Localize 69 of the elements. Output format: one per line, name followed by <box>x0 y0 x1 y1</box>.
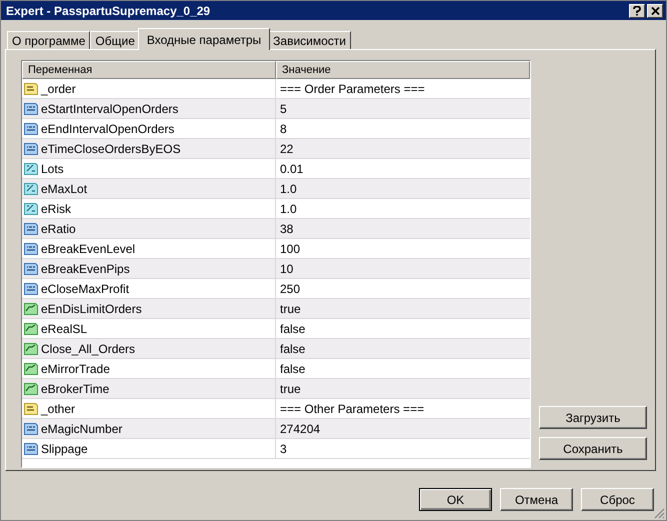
table-cell: eMagicNumber <box>41 422 122 436</box>
table-cell-text: 8 <box>279 121 288 138</box>
column-header[interactable]: Переменная <box>22 61 276 79</box>
document-icon <box>23 202 39 216</box>
window-title: Expert - PasspartuSupremacy_0_29 <box>6 4 212 18</box>
table-cell-text: 3 <box>279 441 288 458</box>
table-cell: eBreakEvenPips <box>41 262 130 276</box>
table-cell-text: 100 <box>279 241 302 258</box>
close-icon <box>650 6 660 14</box>
document-icon <box>23 162 39 176</box>
table-cell-text: 1.0 <box>279 181 298 198</box>
table-cell: eRealSL <box>41 322 88 336</box>
document-icon <box>23 82 39 96</box>
table-cell: Close_All_Orders <box>41 342 136 356</box>
help-icon <box>633 6 641 16</box>
document-icon <box>23 102 39 116</box>
table-cell-text: 274204 <box>279 421 322 438</box>
document-icon <box>23 142 39 156</box>
document-icon <box>23 242 39 256</box>
table-cell-text: 1.0 <box>279 201 298 218</box>
button[interactable]: OK <box>419 488 492 511</box>
table-cell: _other <box>41 402 76 416</box>
table-cell-text: 10 <box>279 261 294 278</box>
table-cell-text: false <box>279 341 306 358</box>
column-header[interactable]: Значение <box>276 61 530 79</box>
table-cell-text: === Order Parameters === <box>279 81 426 98</box>
resize-grip-icon[interactable] <box>653 507 665 519</box>
table-cell: eRatio <box>41 222 76 236</box>
button[interactable]: Загрузить <box>539 406 647 429</box>
table-cell-text: 0.01 <box>279 161 304 178</box>
table-cell: Lots <box>41 162 64 176</box>
tab[interactable]: Зависимости <box>268 31 351 49</box>
document-icon <box>23 222 39 236</box>
table-cell-text: true <box>279 381 302 398</box>
document-icon <box>23 282 39 296</box>
table-cell-text: false <box>279 321 306 338</box>
table-cell: eMaxLot <box>41 182 88 196</box>
table-cell: eRisk <box>41 202 72 216</box>
tab[interactable]: Входные параметры <box>138 28 270 50</box>
table-cell: eEnDisLimitOrders <box>41 302 142 316</box>
table-cell-text: 22 <box>279 141 294 158</box>
table-cell: eTimeCloseOrdersByEOS <box>41 142 181 156</box>
button[interactable]: Сохранить <box>539 437 647 460</box>
table-cell: eMirrorTrade <box>41 362 110 376</box>
button[interactable]: Сброс <box>581 488 654 511</box>
tab[interactable]: Общие <box>90 31 140 49</box>
table-cell: Slippage <box>41 442 88 456</box>
table-cell: eBreakEvenLevel <box>41 242 136 256</box>
table-cell-text: 250 <box>279 281 302 298</box>
document-icon <box>23 262 39 276</box>
table-cell: _order <box>41 82 76 96</box>
table-cell-text: true <box>279 301 302 318</box>
tab[interactable]: О программе <box>7 31 90 49</box>
table-cell-text: 38 <box>279 221 294 238</box>
button[interactable]: Отмена <box>500 488 573 511</box>
table-cell: eStartIntervalOpenOrders <box>41 102 178 116</box>
table-cell-text: 5 <box>279 101 288 118</box>
table-cell: eCloseMaxProfit <box>41 282 130 296</box>
table-cell: eEndIntervalOpenOrders <box>41 122 174 136</box>
document-icon <box>23 122 39 136</box>
document-icon <box>23 442 39 456</box>
help-button[interactable] <box>629 4 645 18</box>
table-cell-text: false <box>279 361 306 378</box>
close-button[interactable] <box>647 4 663 18</box>
table-cell: eBrokerTime <box>41 382 110 396</box>
table-cell-text: === Other Parameters === <box>279 401 426 418</box>
document-icon <box>23 402 39 416</box>
document-icon <box>23 422 39 436</box>
document-icon <box>23 182 39 196</box>
